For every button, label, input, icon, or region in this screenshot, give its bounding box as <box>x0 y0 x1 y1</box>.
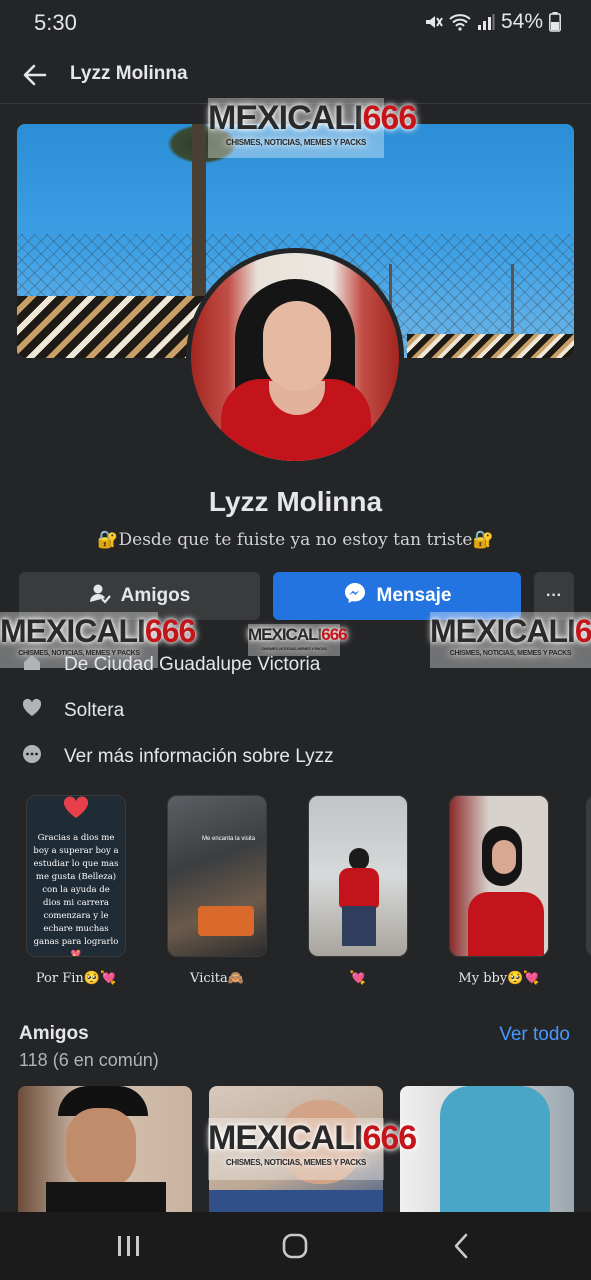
heart-icon <box>22 698 42 724</box>
top-nav: Lyzz Molinna <box>0 46 591 104</box>
info-see-more-text: Ver más información sobre Lyzz <box>64 746 334 767</box>
watermark-logo: MEXICALI666 CHISMES, NOTICIAS, MEMES Y P… <box>208 1118 417 1180</box>
status-time: 5:30 <box>34 10 77 35</box>
more-info-icon <box>22 744 42 770</box>
info-relationship: Soltera <box>22 698 124 724</box>
android-nav-bar <box>0 1212 591 1280</box>
highlight-thumbnail: Gracias a dios me boy a superar boy a es… <box>26 795 126 957</box>
info-relationship-text: Soltera <box>64 700 125 721</box>
highlight-thumbnail <box>308 795 408 957</box>
highlight-item[interactable]: My bby🥺💘 <box>449 795 549 986</box>
message-button-label: Mensaje <box>376 585 452 606</box>
messenger-icon <box>343 581 367 611</box>
highlight-thumbnail: Me encanta la visita <box>167 795 267 957</box>
profile-bio: 🔐Desde que te fuiste ya no estoy tan tri… <box>97 530 494 550</box>
highlight-thumbnail <box>449 795 549 957</box>
mute-icon <box>423 12 443 32</box>
profile-avatar[interactable] <box>191 253 399 461</box>
watermark-logo: MEXICALI666 CHISMES, NOTICIAS, MEMES Y P… <box>208 98 417 158</box>
wifi-icon <box>449 13 471 31</box>
highlight-label: My bby🥺💘 <box>458 971 540 986</box>
home-button-icon[interactable] <box>281 1232 309 1265</box>
watermark-logo: MEXICALI666 CHISMES, NOTICIAS, MEMES Y P… <box>430 612 591 668</box>
friends-section-title: Amigos <box>19 1023 89 1044</box>
highlight-item[interactable]: Gracias a dios me boy a superar boy a es… <box>26 795 126 986</box>
status-bar: 5:30 54% <box>0 0 591 46</box>
featured-highlights: Gracias a dios me boy a superar boy a es… <box>0 795 591 995</box>
friend-check-icon <box>89 582 111 610</box>
highlight-text: Gracias a dios me boy a superar boy a es… <box>33 833 119 957</box>
recent-apps-icon[interactable] <box>116 1234 142 1263</box>
battery-icon <box>549 12 561 32</box>
page-title: Lyzz Molinna <box>70 63 188 84</box>
highlight-label: 💘 <box>349 971 367 986</box>
signal-icon <box>477 13 495 31</box>
highlight-item[interactable]: Me encanta la visita Vicita🙈 <box>167 795 267 986</box>
profile-name: Lyzz Molinna <box>208 486 383 517</box>
back-arrow-icon[interactable] <box>20 60 50 90</box>
friends-see-all-link[interactable]: Ver todo <box>499 1024 570 1046</box>
friend-card[interactable] <box>18 1086 192 1216</box>
info-hometown-text: De Ciudad Guadalupe Victoria <box>64 654 321 675</box>
back-button-icon[interactable] <box>450 1232 472 1265</box>
friends-count: 118 (6 en común) <box>19 1050 159 1070</box>
highlight-item[interactable]: 💘 <box>308 795 408 986</box>
info-see-more[interactable]: Ver más información sobre Lyzz <box>22 744 334 770</box>
highlight-label: Vicita🙈 <box>190 971 244 986</box>
heart-emoji-icon <box>63 796 89 820</box>
info-hometown: De Ciudad Guadalupe Victoria <box>22 652 320 678</box>
more-dots-icon: ··· <box>546 587 562 604</box>
highlight-text: Me encanta la visita <box>202 836 256 842</box>
friends-button-label: Amigos <box>120 585 191 606</box>
home-icon <box>22 652 42 678</box>
friend-card[interactable] <box>400 1086 574 1216</box>
status-icons: 54% <box>423 10 561 34</box>
highlight-label: Por Fin🥺💘 <box>35 971 117 986</box>
battery-percent: 54% <box>500 10 543 33</box>
